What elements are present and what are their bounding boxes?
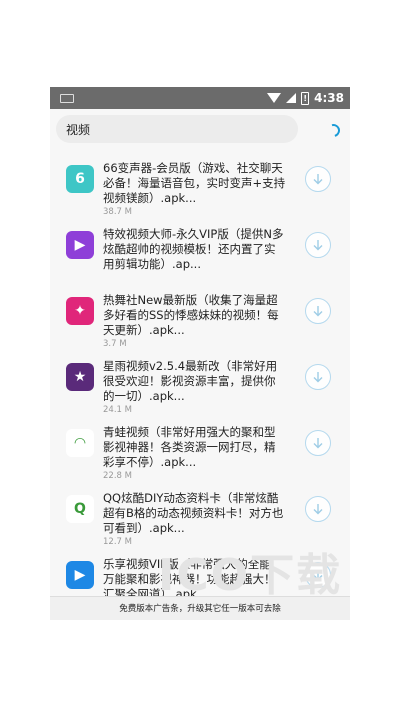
search-input[interactable]: 视频	[56, 115, 298, 143]
item-title: 青蛙视频（非常好用强大的聚和型 影视神器！各类资源一网打尽，精 彩享不停）.ap…	[103, 425, 276, 469]
item-title: 热舞社New最新版（收集了海量超 多好看的SS的悸感妹妹的视频！每 天更新）.a…	[103, 293, 279, 337]
ad-banner-text: 免费版本广告条，升级其它任一版本可去除	[119, 604, 281, 614]
item-title: 星雨视频v2.5.4最新改（非常好用 很受欢迎！影视资源丰富，提供你 的一切）.…	[103, 359, 278, 403]
list-item[interactable]: ▶ 特效视频大师-永久VIP版（提供N多 炫酷超帅的视频模板！还内置了实 用剪辑功…	[50, 225, 350, 291]
download-button[interactable]	[305, 166, 331, 192]
download-arrow-icon	[313, 174, 323, 185]
list-item[interactable]: 6 66变声器-会员版（游戏、社交聊天 必备！海量语音包，实时变声+支持 视频镁颜…	[50, 159, 350, 225]
item-size: 12.7 M	[103, 537, 132, 547]
download-arrow-icon	[313, 240, 323, 251]
list-item[interactable]: ★ 星雨视频v2.5.4最新改（非常好用 很受欢迎！影视资源丰富，提供你 的一切）…	[50, 357, 350, 423]
item-size: 3.7 M	[103, 339, 127, 349]
play-icon: ▶	[66, 561, 94, 589]
film-icon: ▶	[66, 231, 94, 259]
download-arrow-icon	[313, 372, 323, 383]
keyboard-icon	[60, 94, 74, 103]
item-size: 24.1 M	[103, 405, 132, 415]
status-bar: ! 4:38	[50, 87, 350, 109]
item-title: 特效视频大师-永久VIP版（提供N多 炫酷超帅的视频模板！还内置了实 用剪辑功能…	[103, 227, 284, 271]
item-size: 22.8 M	[103, 471, 132, 481]
list-item[interactable]: ✦ 热舞社New最新版（收集了海量超 多好看的SS的悸感妹妹的视频！每 天更新）.…	[50, 291, 350, 357]
video-camera-icon: 6	[66, 165, 94, 193]
item-size: 38.7 M	[103, 207, 132, 217]
battery-icon: !	[301, 91, 310, 105]
download-button[interactable]	[305, 430, 331, 456]
list-item[interactable]: ◠ 青蛙视频（非常好用强大的聚和型 影视神器！各类资源一网打尽，精 彩享不停）.a…	[50, 423, 350, 489]
download-button[interactable]	[305, 496, 331, 522]
wifi-icon	[267, 93, 282, 103]
signal-icon	[286, 93, 297, 103]
watermark: ICO下载	[158, 550, 343, 601]
clock-time: 4:38	[314, 91, 344, 105]
download-arrow-icon	[313, 504, 323, 515]
item-title: QQ炫酷DIY动态资料卡（非常炫酷 超有B格的动态视频资料卡！对方也 可看到）.…	[103, 491, 284, 535]
status-icons: ! 4:38	[267, 90, 344, 106]
ad-banner[interactable]: 免费版本广告条，升级其它任一版本可去除	[50, 596, 350, 620]
download-arrow-icon	[313, 438, 323, 449]
item-title: 66变声器-会员版（游戏、社交聊天 必备！海量语音包，实时变声+支持 视频镁颜）…	[103, 161, 286, 205]
loading-spinner-icon	[324, 121, 343, 140]
phone-screen: ! 4:38 视频 6 66变声器-会员版（游戏、社交聊天 必备！海量语音包，实时…	[50, 87, 350, 620]
download-arrow-icon	[313, 306, 323, 317]
download-button[interactable]	[305, 232, 331, 258]
dancer-icon: ✦	[66, 297, 94, 325]
star-icon: ★	[66, 363, 94, 391]
android-icon: ◠	[66, 429, 94, 457]
download-button[interactable]	[305, 364, 331, 390]
download-button[interactable]	[305, 298, 331, 324]
search-query: 视频	[66, 123, 91, 137]
qq-penguin-icon: Q	[66, 495, 94, 523]
